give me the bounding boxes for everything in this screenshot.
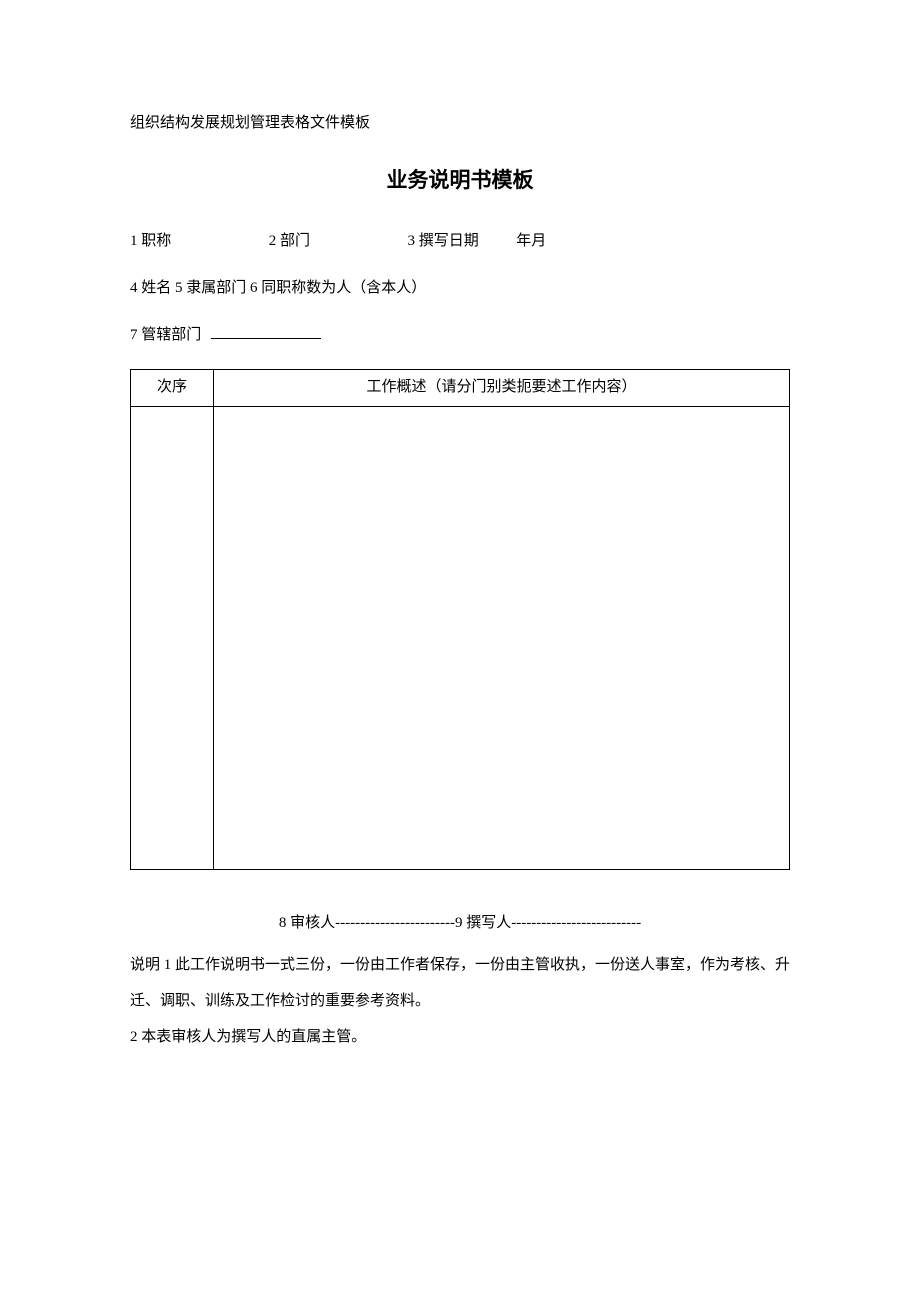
doc-title: 业务说明书模板 bbox=[130, 162, 790, 200]
field-row-3: 7 管辖部门 bbox=[130, 322, 790, 349]
table-header-desc: 工作概述（请分门别类扼要述工作内容） bbox=[214, 369, 790, 406]
note-1: 说明 1 此工作说明书一式三份，一份由工作者保存，一份由主管收执，一份送人事室，… bbox=[130, 947, 790, 1019]
dashes-1: ------------------------ bbox=[335, 915, 455, 931]
label-date-unit: 年月 bbox=[516, 233, 546, 249]
label-reviewer: 8 审核人 bbox=[279, 915, 335, 931]
label-author: 9 撰写人 bbox=[455, 915, 511, 931]
signature-line: 8 审核人------------------------9 撰写人------… bbox=[130, 910, 790, 937]
label-write-date: 3 撰写日期 bbox=[408, 233, 479, 249]
work-table: 次序 工作概述（请分门别类扼要述工作内容） bbox=[130, 369, 790, 870]
dashes-2: -------------------------- bbox=[511, 915, 641, 931]
doc-category: 组织结构发展规划管理表格文件模板 bbox=[130, 110, 790, 137]
label-name-subdept-count: 4 姓名 5 隶属部门 6 同职称数为人（含本人） bbox=[130, 280, 426, 296]
note-2: 2 本表审核人为撰写人的直属主管。 bbox=[130, 1019, 790, 1055]
field-row-1: 1 职称 2 部门 3 撰写日期 年月 bbox=[130, 228, 790, 255]
label-department: 2 部门 bbox=[269, 233, 310, 249]
label-managed-dept: 7 管辖部门 bbox=[130, 327, 201, 343]
input-managed-dept-line bbox=[211, 323, 321, 339]
table-cell-seq bbox=[131, 406, 214, 869]
table-header-seq: 次序 bbox=[131, 369, 214, 406]
field-row-2: 4 姓名 5 隶属部门 6 同职称数为人（含本人） bbox=[130, 275, 790, 302]
label-job-title: 1 职称 bbox=[130, 233, 171, 249]
notes-block: 说明 1 此工作说明书一式三份，一份由工作者保存，一份由主管收执，一份送人事室，… bbox=[130, 947, 790, 1055]
table-cell-desc bbox=[214, 406, 790, 869]
